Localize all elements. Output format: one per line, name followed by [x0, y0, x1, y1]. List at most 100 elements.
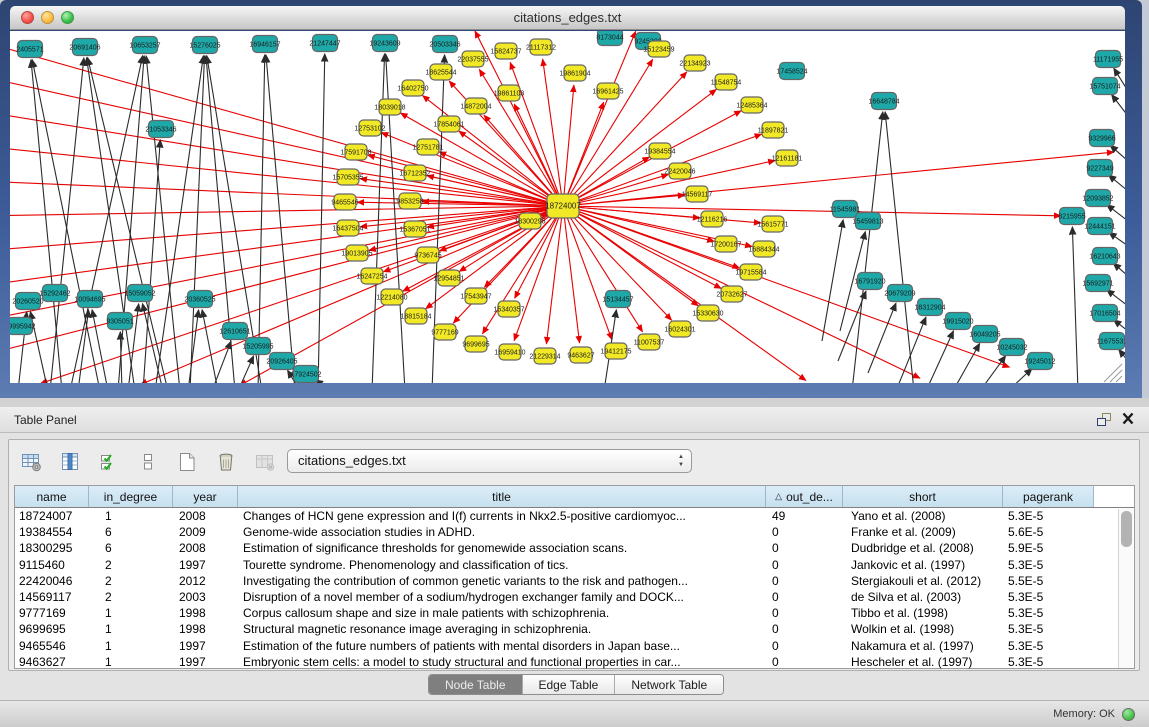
table-cell: 2008	[173, 541, 238, 555]
minimize-window-button[interactable]	[41, 11, 54, 24]
network-edge	[118, 56, 144, 383]
column-header-name[interactable]: name	[15, 486, 89, 507]
table-cell: Yano et al. (2008)	[843, 509, 1003, 523]
table-cell: Embryonic stem cells: a model to study s…	[238, 655, 766, 669]
deselect-rows-icon[interactable]	[133, 448, 163, 476]
network-canvas[interactable]: 2405571206914061065325715276025169461572…	[10, 31, 1125, 383]
table-header-row: namein_degreeyeartitle△out_de...shortpag…	[15, 486, 1134, 508]
column-header-in_degree[interactable]: in_degree	[89, 486, 173, 507]
table-row[interactable]: 2242004622012Investigating the contribut…	[15, 573, 1134, 589]
table-row[interactable]: 1456911722003Disruption of a novel membe…	[15, 589, 1134, 605]
scrollbar-thumb[interactable]	[1121, 511, 1132, 547]
table-cell: de Silva et al. (2003)	[843, 590, 1003, 604]
table-cell: 5.3E-5	[1003, 622, 1094, 636]
network-node-label: 12214080	[376, 295, 407, 302]
network-edge	[10, 113, 563, 206]
table-vertical-scrollbar[interactable]	[1118, 509, 1133, 668]
splitter-bar[interactable]	[0, 398, 1149, 407]
network-edge	[10, 181, 563, 206]
table-cell: 22420046	[15, 574, 89, 588]
table-row[interactable]: 1872400712008Changes of HCN gene express…	[15, 508, 1134, 524]
column-header-out_de[interactable]: △out_de...	[766, 486, 843, 507]
table-toolbar: f(x)	[16, 447, 319, 477]
table-row[interactable]: 946554611997Estimation of the future num…	[15, 638, 1134, 654]
network-node-label: 18815184	[400, 314, 431, 321]
network-node-label: 18724007	[545, 202, 581, 211]
network-edge	[1107, 290, 1125, 306]
network-node-label: 15340357	[493, 307, 524, 314]
delete-column-icon[interactable]	[211, 448, 241, 476]
network-node-label: 10653257	[129, 43, 160, 50]
tab-network-table[interactable]: Network Table	[615, 675, 723, 694]
table-cell: Wolkin et al. (1998)	[843, 622, 1003, 636]
column-header-pagerank[interactable]: pagerank	[1003, 486, 1094, 507]
close-panel-icon[interactable]	[1119, 412, 1137, 428]
table-row[interactable]: 969969511998Structural magnetic resonanc…	[15, 621, 1134, 637]
tab-node-table[interactable]: Node Table	[429, 675, 523, 694]
network-edge	[953, 344, 980, 383]
table-cell: 0	[766, 606, 843, 620]
column-header-year[interactable]: year	[173, 486, 238, 507]
table-row[interactable]: 911546021997Tourette syndrome. Phenomeno…	[15, 557, 1134, 573]
table-row[interactable]: 946362711997Embryonic stem cells: a mode…	[15, 654, 1134, 670]
table-cell: 5.9E-5	[1003, 541, 1094, 555]
network-node-label: 20679209	[884, 291, 915, 298]
network-edge	[1109, 232, 1125, 246]
table-cell: Investigating the contribution of common…	[238, 574, 766, 588]
network-edge	[202, 310, 218, 383]
network-node-label: 17543947	[460, 294, 491, 301]
table-cell: 2012	[173, 574, 238, 588]
network-node-label: 20732627	[716, 292, 747, 299]
table-settings-icon[interactable]	[16, 448, 46, 476]
column-header-title[interactable]: title	[238, 486, 766, 507]
network-node-label: 11171955	[1093, 57, 1123, 64]
network-node-label: 15367051	[399, 227, 430, 234]
network-node-label: 15276025	[189, 43, 220, 50]
table-panel: Table Panel	[0, 407, 1149, 727]
network-node-label: 11007537	[634, 340, 665, 347]
canvas-resize-grip-icon[interactable]	[1110, 370, 1122, 382]
column-header-short[interactable]: short	[843, 486, 1003, 507]
column-visibility-icon[interactable]	[55, 448, 85, 476]
select-all-rows-icon[interactable]	[94, 448, 124, 476]
network-node-label: 9463627	[567, 353, 594, 360]
network-edge	[510, 62, 563, 206]
network-edge	[266, 55, 295, 383]
close-window-button[interactable]	[21, 11, 34, 24]
table-cell: 1998	[173, 622, 238, 636]
zoom-window-button[interactable]	[61, 11, 74, 24]
network-node-label: 16791920	[854, 279, 885, 286]
table-cell: 0	[766, 541, 843, 555]
table-select-dropdown[interactable]: citations_edges.txt ▲▼	[287, 449, 692, 473]
network-node-label: 22037555	[457, 57, 488, 64]
network-node-label: 19384554	[644, 149, 675, 156]
network-node-label: 12444151	[1084, 224, 1115, 231]
window-controls	[21, 11, 74, 24]
network-edge	[1112, 95, 1125, 116]
network-node-label: 20260520	[12, 299, 43, 306]
table-cell: 1	[89, 509, 173, 523]
network-edge	[1109, 175, 1126, 191]
float-panel-icon[interactable]	[1095, 412, 1113, 428]
network-edge	[190, 56, 205, 383]
table-cell: Genome-wide association studies in ADHD.	[238, 525, 766, 539]
canvas-resize-grip-icon[interactable]	[1116, 376, 1122, 382]
table-row[interactable]: 1938455462009Genome-wide association stu…	[15, 524, 1134, 540]
table-cell: 9777169	[15, 606, 89, 620]
network-node-label: 22134923	[679, 61, 710, 68]
network-edge	[88, 58, 168, 383]
table-cell: 2	[89, 590, 173, 604]
new-column-icon[interactable]	[172, 448, 202, 476]
table-cell: 5.5E-5	[1003, 574, 1094, 588]
network-edge	[563, 206, 1061, 216]
table-row[interactable]: 977716911998Corpus callosum shape and si…	[15, 605, 1134, 621]
network-window-titlebar[interactable]: citations_edges.txt	[10, 6, 1125, 30]
table-cell: 0	[766, 525, 843, 539]
header-filler	[1094, 486, 1134, 507]
delete-table-icon[interactable]	[250, 448, 280, 476]
table-row[interactable]: 1830029562008Estimation of significance …	[15, 540, 1134, 556]
tab-edge-table[interactable]: Edge Table	[523, 675, 616, 694]
network-node-label: 17016504	[1089, 311, 1120, 318]
table-cell: 5.3E-5	[1003, 639, 1094, 653]
table-cell: 6	[89, 525, 173, 539]
